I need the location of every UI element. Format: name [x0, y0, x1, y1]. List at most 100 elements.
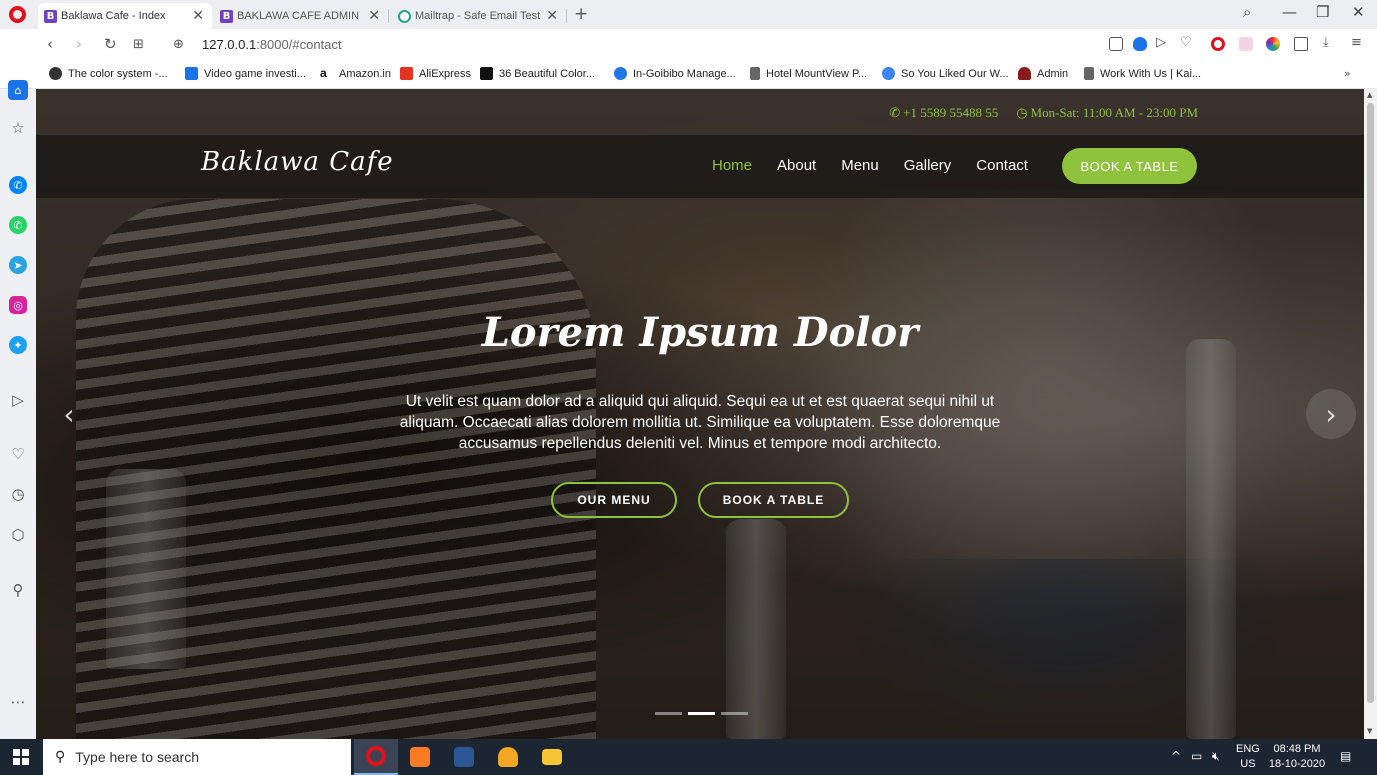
tab-grid-icon[interactable]: ⊞: [133, 37, 144, 52]
forward-icon[interactable]: ›: [76, 35, 82, 53]
windows-start-icon[interactable]: [13, 749, 29, 765]
mailtrap-icon: [398, 9, 411, 23]
vpn-shield-icon[interactable]: [1133, 37, 1147, 51]
volume-muted-icon[interactable]: 🔇︎: [1212, 749, 1220, 764]
tab-title: BAKLAWA CAFE ADMIN PA: [237, 10, 363, 22]
folder-icon: [542, 749, 562, 765]
more-bookmarks-icon[interactable]: »: [1344, 67, 1351, 80]
nav-home[interactable]: Home: [712, 157, 752, 174]
taskbar-powershell[interactable]: [442, 739, 486, 775]
send-icon[interactable]: ▷: [9, 391, 27, 409]
heart-icon[interactable]: ♡: [9, 445, 27, 463]
language-indicator[interactable]: ENG US: [1236, 742, 1260, 772]
back-icon[interactable]: ‹: [47, 35, 53, 53]
close-window-icon[interactable]: ✕: [1352, 3, 1365, 21]
history-icon[interactable]: ◷: [9, 485, 27, 503]
scrollbar-thumb[interactable]: [1367, 103, 1374, 703]
page-viewport: ✆ +1 5589 55488 55 ◷ Mon-Sat: 11:00 AM - 2…: [36, 89, 1364, 739]
messenger-icon[interactable]: ✆: [9, 176, 27, 194]
bootstrap-favicon-icon: B: [44, 9, 57, 23]
amazon-icon: a: [320, 67, 333, 80]
browser-tab[interactable]: B BAKLAWA CAFE ADMIN PA ✕: [214, 3, 389, 29]
new-tab-icon[interactable]: +: [574, 4, 588, 24]
taskbar-clock[interactable]: 08:48 PM 18-10-2020: [1266, 742, 1328, 772]
url-field[interactable]: 127.0.0.1:8000/#contact: [202, 37, 342, 52]
bookmark-item[interactable]: Video game investi...: [185, 67, 306, 80]
easy-setup-icon[interactable]: ≡: [1351, 35, 1365, 50]
heart-icon[interactable]: ♡: [1180, 35, 1194, 50]
carousel-next-icon[interactable]: ›: [1306, 389, 1356, 439]
reload-icon[interactable]: ↻: [104, 35, 117, 53]
hours-info: ◷ Mon-Sat: 11:00 AM - 23:00 PM: [1016, 105, 1198, 121]
tab-divider: [566, 9, 567, 23]
taskbar-opera[interactable]: [354, 739, 398, 775]
minimize-icon[interactable]: —: [1282, 3, 1297, 21]
taskbar-xampp[interactable]: [398, 739, 442, 775]
bookmark-item[interactable]: Work With Us | Kai...: [1084, 67, 1201, 80]
bookmark-item[interactable]: The color system -...: [49, 67, 168, 80]
carousel-prev-icon[interactable]: ‹: [44, 389, 94, 439]
our-menu-button[interactable]: OUR MENU: [551, 482, 677, 518]
bookmark-item[interactable]: Hotel MountView P...: [750, 67, 867, 80]
carousel-indicator-active[interactable]: [688, 712, 715, 715]
bookmark-item[interactable]: In-Goibibo Manage...: [614, 67, 736, 80]
opera-extension-icon[interactable]: [1211, 37, 1225, 51]
bookmark-favicon-icon: [882, 67, 895, 80]
tab-search-icon[interactable]: ⌕: [1243, 3, 1251, 21]
aliexpress-icon: [400, 67, 413, 80]
opera-menu-icon[interactable]: [9, 6, 26, 23]
color-picker-icon[interactable]: [1266, 37, 1280, 51]
snapshot-icon[interactable]: [1109, 37, 1123, 51]
nav-contact[interactable]: Contact: [976, 157, 1028, 174]
whatsapp-icon[interactable]: ✆: [9, 216, 27, 234]
bookmark-item[interactable]: 36 Beautiful Color...: [480, 67, 595, 80]
restore-icon[interactable]: ❐: [1316, 3, 1329, 21]
send-icon[interactable]: ▷: [1156, 35, 1170, 50]
close-tab-icon[interactable]: ✕: [368, 8, 380, 24]
home-icon[interactable]: ⌂: [8, 80, 28, 100]
nav-about[interactable]: About: [777, 157, 816, 174]
taskbar-app[interactable]: [486, 739, 530, 775]
browser-tab-active[interactable]: B Baklawa Cafe - Index ✕: [38, 3, 212, 29]
lightbulb-icon[interactable]: ⚲: [9, 581, 27, 599]
instagram-icon[interactable]: ◎: [9, 296, 27, 314]
bookmark-item[interactable]: Admin: [1018, 67, 1068, 80]
telegram-icon[interactable]: ➤: [9, 256, 27, 274]
battery-icon[interactable]: ▭: [1191, 749, 1202, 763]
clock-icon: ◷: [1016, 106, 1028, 121]
site-header: Baklawa Cafe Home About Menu Gallery Con…: [36, 135, 1364, 198]
carousel-indicator[interactable]: [655, 712, 682, 715]
hero-book-table-button[interactable]: BOOK A TABLE: [698, 482, 849, 518]
extension-icon[interactable]: [1239, 37, 1253, 51]
bookmark-item[interactable]: AliExpress: [400, 67, 471, 80]
more-icon[interactable]: ⋯: [9, 693, 27, 711]
download-icon[interactable]: ⤓: [1323, 35, 1337, 50]
book-table-button[interactable]: BOOK A TABLE: [1062, 148, 1197, 184]
close-tab-icon[interactable]: ✕: [192, 8, 204, 24]
bookmark-favicon-icon: [480, 67, 493, 80]
notifications-icon[interactable]: ▤: [1340, 749, 1351, 763]
taskbar-search-box[interactable]: ⚲ Type here to search: [43, 739, 351, 775]
tray-chevron-icon[interactable]: ^: [1171, 749, 1181, 763]
extensions-icon[interactable]: ⬡: [9, 526, 27, 544]
phone-icon: ✆: [889, 106, 901, 121]
nav-gallery[interactable]: Gallery: [904, 157, 952, 174]
scroll-up-icon[interactable]: ▲: [1367, 91, 1372, 99]
page-scrollbar[interactable]: ▲ ▼: [1364, 89, 1377, 739]
star-icon[interactable]: ☆: [9, 119, 27, 137]
top-info-bar: ✆ +1 5589 55488 55 ◷ Mon-Sat: 11:00 AM - 2…: [889, 105, 1198, 121]
site-info-icon[interactable]: ⊕: [173, 37, 184, 52]
box-icon[interactable]: [1294, 37, 1308, 51]
bookmark-item[interactable]: So You Liked Our W...: [882, 67, 1009, 80]
opera-sidebar: ⌂ ☆ ✆ ✆ ➤ ◎ ✦ ▷ ♡ ◷ ⬡ ⚲ ⋯: [0, 80, 36, 739]
taskbar-file-explorer[interactable]: [530, 739, 574, 775]
bookmark-item[interactable]: a Amazon.in: [320, 67, 391, 80]
browser-tab[interactable]: Mailtrap - Safe Email Testin ✕: [392, 3, 567, 29]
site-logo[interactable]: Baklawa Cafe: [201, 147, 394, 177]
twitter-icon[interactable]: ✦: [9, 336, 27, 354]
carousel-indicator[interactable]: [721, 712, 748, 715]
hero-title: Lorem Ipsum Dolor: [481, 309, 919, 356]
scroll-down-icon[interactable]: ▼: [1367, 727, 1372, 735]
close-tab-icon[interactable]: ✕: [546, 8, 558, 24]
nav-menu[interactable]: Menu: [841, 157, 879, 174]
